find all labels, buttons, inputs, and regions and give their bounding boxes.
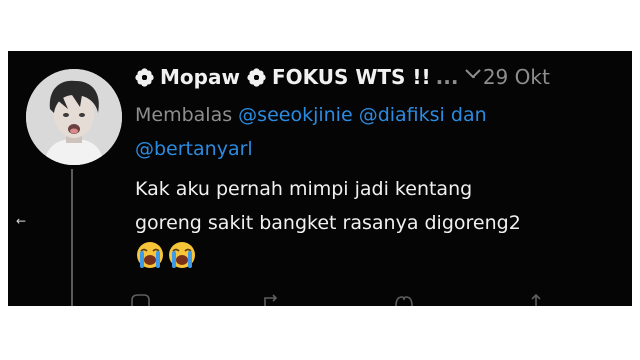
- emoji-row: [135, 240, 197, 270]
- mention-conjunction: dan: [450, 104, 487, 126]
- thread-line: [71, 169, 73, 306]
- loudly-crying-face-icon: [169, 242, 195, 268]
- reply-icon[interactable]: [128, 292, 152, 306]
- chevron-down-icon[interactable]: [464, 68, 482, 80]
- tweet-text-line: Kak aku pernah mimpi jadi kentang: [135, 178, 473, 200]
- avatar-image: [26, 69, 122, 165]
- mention-link[interactable]: @bertanyarl: [135, 138, 253, 160]
- tweet-date[interactable]: 29 Okt: [483, 65, 550, 89]
- tweet-card: ← Mopaw FOKUS WTS !! ... · 29 Okt Membal…: [8, 51, 632, 306]
- display-name-text-2: FOKUS WTS !!: [271, 65, 431, 89]
- tweet-header: Mopaw FOKUS WTS !! ... · 29 Okt: [135, 62, 550, 92]
- mention-link[interactable]: @seeokjinie: [238, 104, 352, 126]
- like-icon[interactable]: [392, 292, 416, 306]
- avatar[interactable]: [26, 69, 122, 165]
- truncation-ellipsis: ...: [435, 65, 459, 89]
- back-arrow-icon[interactable]: ←: [16, 215, 26, 227]
- display-name[interactable]: Mopaw FOKUS WTS !!: [135, 65, 431, 89]
- replying-to: Membalas @seeokjinie @diafiksi dan @bert…: [135, 98, 575, 166]
- mention-link[interactable]: @diafiksi: [359, 104, 445, 126]
- retweet-icon[interactable]: [260, 292, 284, 306]
- replying-label: Membalas: [135, 104, 233, 126]
- loudly-crying-face-icon: [137, 242, 163, 268]
- flower-icon: [247, 67, 266, 87]
- display-name-text: Mopaw: [160, 65, 240, 89]
- action-bar: [128, 292, 548, 306]
- tweet-text: Kak aku pernah mimpi jadi kentang goreng…: [135, 172, 615, 240]
- tweet-text-line: goreng sakit bangket rasanya digoreng2: [135, 212, 521, 234]
- flower-icon: [135, 67, 154, 87]
- share-icon[interactable]: [524, 292, 548, 306]
